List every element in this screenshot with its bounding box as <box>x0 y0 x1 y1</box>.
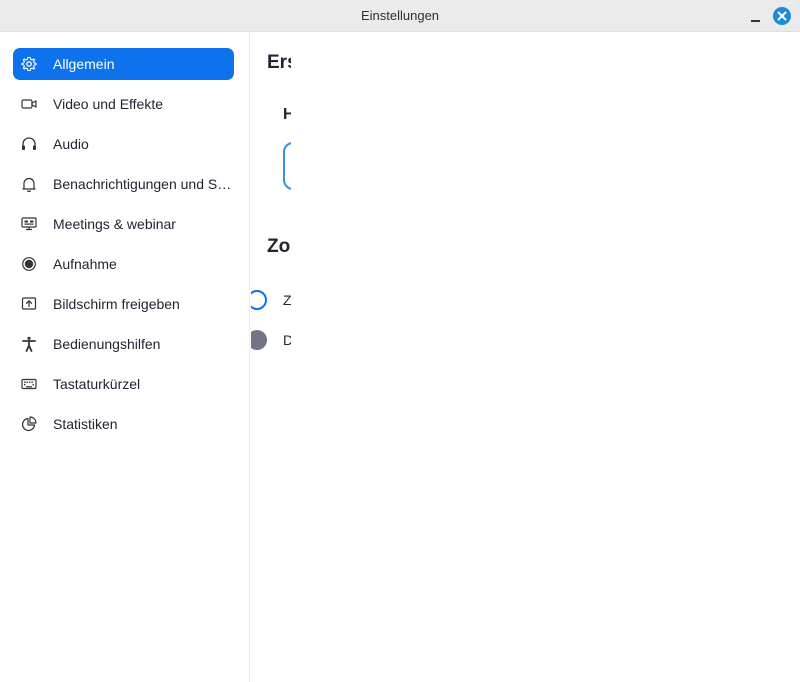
headphones-icon <box>20 135 38 153</box>
theme-option-card[interactable] <box>283 142 291 190</box>
sidebar-item-label: Video und Effekte <box>53 96 164 112</box>
close-icon <box>777 11 787 21</box>
settings-content: Ers H Zo Z D <box>251 32 800 682</box>
sidebar-item-audio[interactable]: Audio <box>13 128 234 160</box>
minimize-button[interactable] <box>748 9 764 25</box>
sidebar-item-label: Statistiken <box>53 416 118 432</box>
sidebar-item-statistics[interactable]: Statistiken <box>13 408 234 440</box>
keyboard-icon <box>20 375 38 393</box>
sidebar-item-meetings[interactable]: Meetings & webinar <box>13 208 234 240</box>
bell-icon <box>20 175 38 193</box>
sidebar-item-keyboard-shortcuts[interactable]: Tastaturkürzel <box>13 368 234 400</box>
section-heading: Ers <box>267 52 291 73</box>
sidebar-item-recording[interactable]: Aufnahme <box>13 248 234 280</box>
sidebar-item-label: Meetings & webinar <box>53 216 176 232</box>
sidebar: Allgemein Video und Effekte Audio Benach… <box>0 32 250 682</box>
title-bar: Einstellungen <box>0 0 800 32</box>
meetings-icon <box>20 215 38 233</box>
share-screen-icon <box>20 295 38 313</box>
sidebar-item-label: Bedienungshilfen <box>53 336 161 352</box>
video-camera-icon <box>20 95 38 113</box>
radio-option-2-label: D <box>283 332 291 348</box>
sidebar-item-label: Allgemein <box>53 56 115 72</box>
sidebar-item-notifications[interactable]: Benachrichtigungen und Sounds <box>13 168 234 200</box>
sidebar-item-label: Bildschirm freigeben <box>53 296 180 312</box>
sidebar-item-video[interactable]: Video und Effekte <box>13 88 234 120</box>
section-subheading: H <box>283 106 291 123</box>
sidebar-item-label: Aufnahme <box>53 256 117 272</box>
settings-window: Einstellungen Allgemein Video und Effekt… <box>0 0 800 682</box>
pie-chart-icon <box>20 415 38 433</box>
sidebar-item-allgemein[interactable]: Allgemein <box>13 48 234 80</box>
sidebar-item-share-screen[interactable]: Bildschirm freigeben <box>13 288 234 320</box>
radio-option-1[interactable] <box>251 290 267 310</box>
radio-option-2[interactable] <box>251 330 267 350</box>
record-icon <box>20 255 38 273</box>
close-button[interactable] <box>773 7 791 25</box>
sidebar-item-accessibility[interactable]: Bedienungshilfen <box>13 328 234 360</box>
sidebar-item-label: Audio <box>53 136 89 152</box>
window-title: Einstellungen <box>360 8 440 23</box>
gear-icon <box>20 55 38 73</box>
section-heading-zoom: Zo <box>267 236 291 257</box>
radio-option-1-label: Z <box>283 292 291 308</box>
accessibility-icon <box>20 335 38 353</box>
sidebar-item-label: Tastaturkürzel <box>53 376 141 392</box>
sidebar-item-label: Benachrichtigungen und Sounds <box>53 176 233 192</box>
content-visible-area: Ers H Zo Z D <box>251 32 291 682</box>
